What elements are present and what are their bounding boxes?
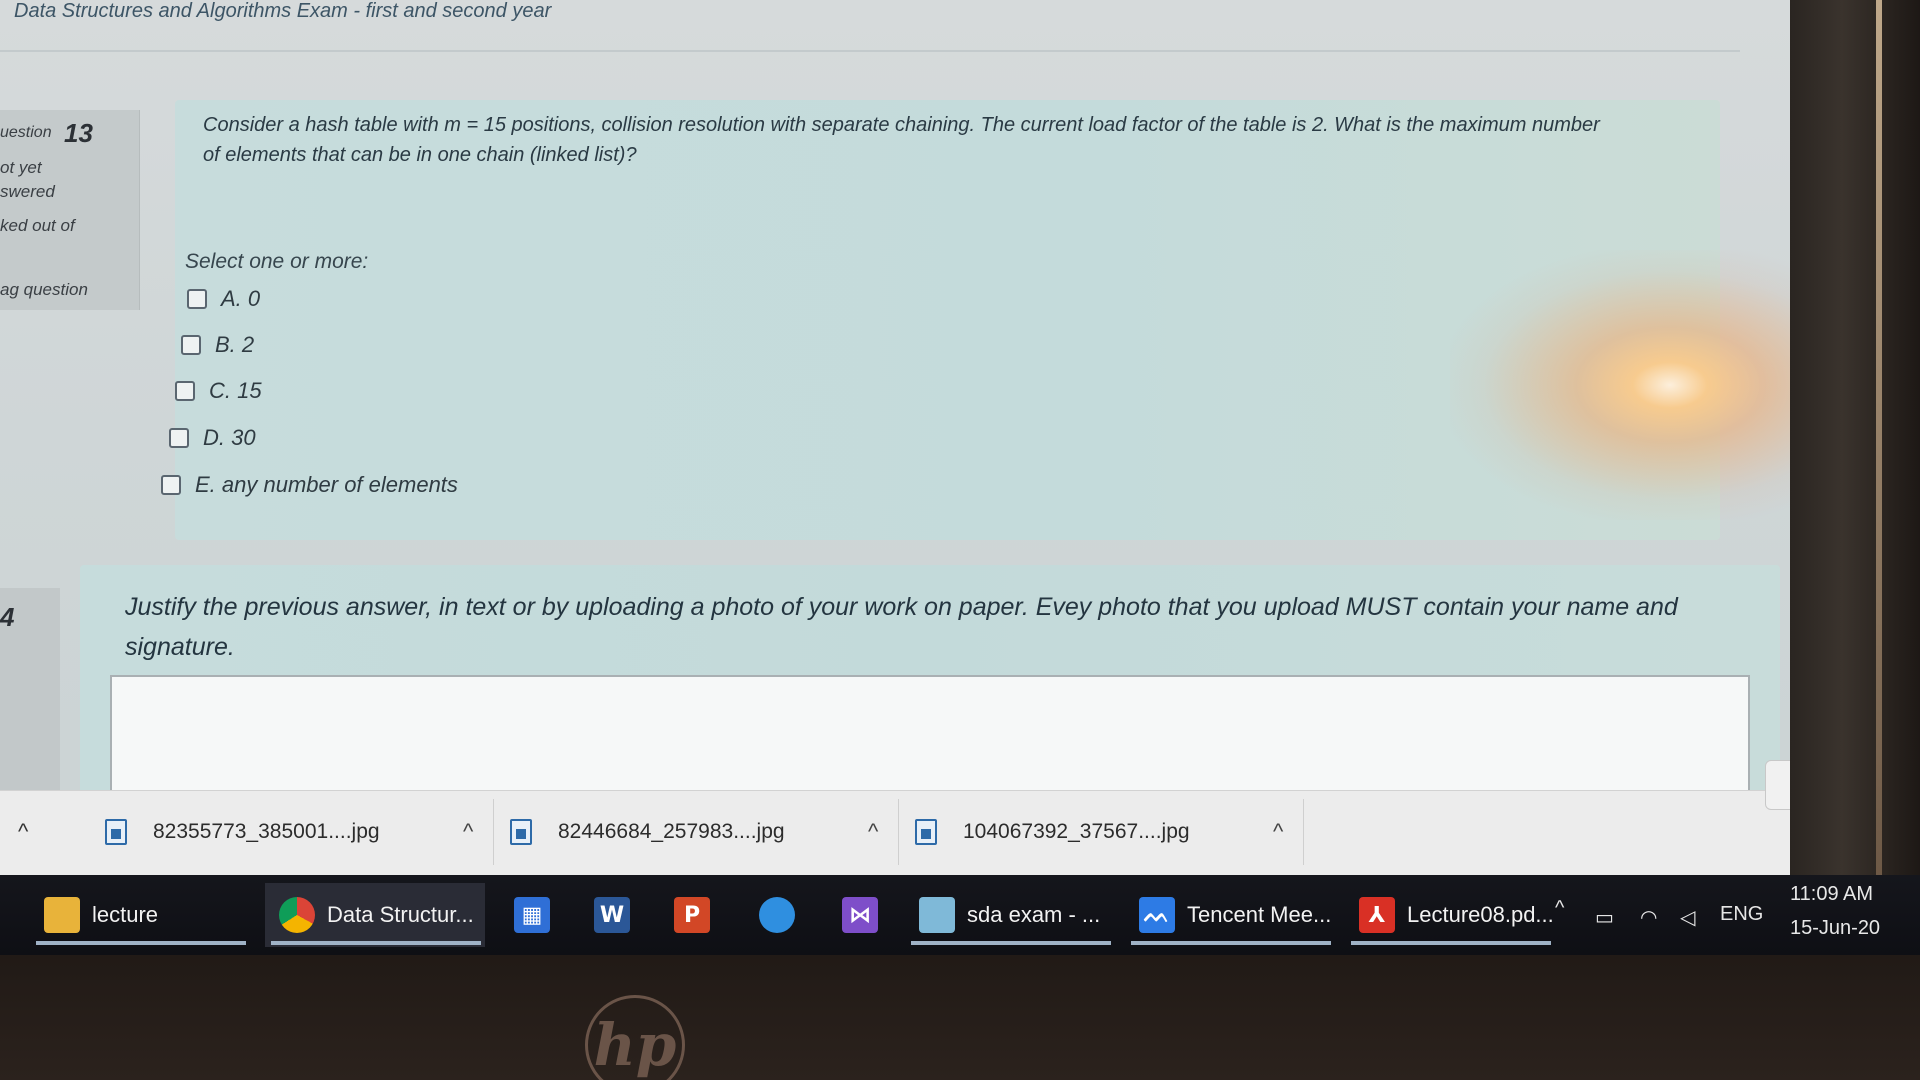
taskbar-app-label: Data Structur...	[327, 902, 474, 927]
pdf-icon: ⅄	[1359, 897, 1395, 933]
taskbar-app-sda-exam[interactable]: sda exam - ...	[905, 883, 1115, 947]
question-number: 13	[64, 118, 93, 148]
chevron-up-icon[interactable]: ^	[1555, 897, 1564, 920]
option-d[interactable]: D. 30	[169, 425, 256, 451]
page-title: Data Structures and Algorithms Exam - fi…	[14, 0, 552, 22]
taskbar-app-word[interactable]: W	[580, 883, 642, 947]
taskbar-app-label: Tencent Mee...	[1187, 902, 1332, 927]
download-item[interactable]: 104067392_37567....jpg ^	[915, 799, 1305, 865]
image-file-icon	[105, 819, 127, 845]
option-a-label[interactable]: A. 0	[221, 286, 260, 312]
taskbar-app-calendar[interactable]: ▦	[500, 883, 562, 947]
taskbar-app-lecture[interactable]: lecture	[30, 883, 250, 947]
visual-studio-icon: ⋈	[842, 897, 878, 933]
onedrive-icon	[759, 897, 795, 933]
question-14-card: Justify the previous answer, in text or …	[80, 565, 1780, 815]
language-indicator[interactable]: ENG	[1720, 903, 1763, 926]
chrome-icon	[279, 897, 315, 933]
download-item[interactable]: 82446684_257983....jpg ^	[510, 799, 900, 865]
taskbar-app-pdf[interactable]: ⅄ Lecture08.pd...	[1345, 883, 1555, 947]
clock-time[interactable]: 11:09 AM	[1790, 883, 1873, 906]
notepad-icon	[919, 897, 955, 933]
folder-icon	[44, 897, 80, 933]
tencent-meeting-icon: ᨓ	[1139, 897, 1175, 933]
wifi-icon[interactable]: ◠	[1640, 905, 1657, 930]
question-status-cont: swered	[0, 182, 55, 201]
option-c[interactable]: C. 15	[175, 378, 262, 404]
chevron-up-icon[interactable]: ^	[1273, 819, 1283, 845]
image-file-icon	[915, 819, 937, 845]
download-file-name[interactable]: 82446684_257983....jpg	[558, 820, 848, 844]
calendar-icon: ▦	[514, 897, 550, 933]
option-a[interactable]: A. 0	[187, 286, 260, 312]
laptop-bottom-bezel	[0, 955, 1920, 1080]
download-file-name[interactable]: 82355773_385001....jpg	[153, 820, 443, 844]
screen-glare	[1450, 250, 1800, 520]
option-b-label[interactable]: B. 2	[215, 332, 254, 358]
option-b-checkbox[interactable]	[181, 335, 201, 355]
option-e-checkbox[interactable]	[161, 475, 181, 495]
question-text: Consider a hash table with m = 15 positi…	[203, 114, 1600, 166]
option-d-label[interactable]: D. 30	[203, 425, 256, 451]
taskbar-app-label: lecture	[92, 902, 159, 927]
downloads-bar: ^ 82355773_385001....jpg ^ 82446684_2579…	[0, 790, 1800, 880]
taskbar-app-label: sda exam - ...	[967, 902, 1101, 927]
volume-icon[interactable]: ◁	[1680, 905, 1695, 930]
word-icon: W	[594, 897, 630, 933]
taskbar-app-chrome[interactable]: Data Structur...	[265, 883, 485, 947]
taskbar: lecture Data Structur... ▦ W P ⋈ sda exa…	[0, 875, 1920, 955]
battery-icon[interactable]: ▭	[1595, 905, 1614, 930]
question-number: 4	[0, 602, 15, 632]
question-13-info: uestion 13 ot yet swered ked out of ag q…	[0, 110, 140, 310]
taskbar-app-onedrive[interactable]	[745, 883, 807, 947]
chevron-up-icon[interactable]: ^	[18, 819, 28, 845]
option-b[interactable]: B. 2	[181, 332, 254, 358]
chevron-up-icon[interactable]: ^	[463, 819, 473, 845]
option-c-checkbox[interactable]	[175, 381, 195, 401]
chevron-up-icon[interactable]: ^	[868, 819, 878, 845]
download-file-name[interactable]: 104067392_37567....jpg	[963, 820, 1253, 844]
image-file-icon	[510, 819, 532, 845]
question-marks: ked out of	[0, 216, 75, 235]
option-c-label[interactable]: C. 15	[209, 378, 262, 404]
question-status: ot yet	[0, 158, 42, 177]
answer-prompt: Select one or more:	[185, 250, 369, 273]
option-d-checkbox[interactable]	[169, 428, 189, 448]
taskbar-app-label: Lecture08.pd...	[1407, 902, 1554, 927]
title-divider	[0, 50, 1740, 52]
option-e-label[interactable]: E. any number of elements	[195, 472, 458, 498]
taskbar-app-tencent-meeting[interactable]: ᨓ Tencent Mee...	[1125, 883, 1335, 947]
flag-question-link[interactable]: ag question	[0, 280, 88, 300]
taskbar-app-visual-studio[interactable]: ⋈	[828, 883, 890, 947]
taskbar-app-powerpoint[interactable]: P	[660, 883, 722, 947]
question-number-label: uestion	[0, 124, 52, 141]
powerpoint-icon: P	[674, 897, 710, 933]
clock-date[interactable]: 15-Jun-20	[1790, 917, 1880, 940]
option-e[interactable]: E. any number of elements	[161, 472, 458, 498]
question-14-info: 4	[0, 588, 60, 798]
option-a-checkbox[interactable]	[187, 289, 207, 309]
download-item[interactable]: 82355773_385001....jpg ^	[105, 799, 495, 865]
question-text: Justify the previous answer, in text or …	[125, 593, 1678, 661]
